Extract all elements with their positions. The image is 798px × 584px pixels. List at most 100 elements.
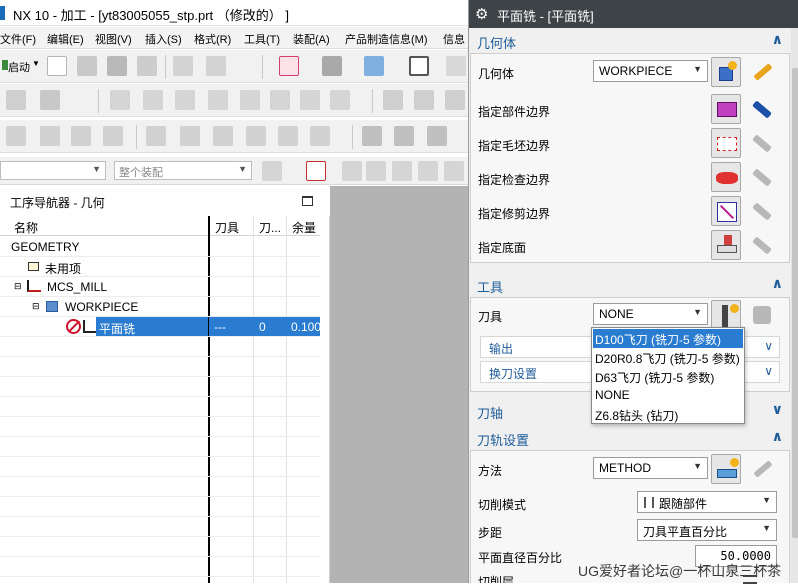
cam-icon[interactable] bbox=[208, 90, 228, 110]
cam-icon[interactable] bbox=[300, 90, 320, 110]
edit-wrench-icon[interactable] bbox=[747, 57, 777, 87]
new-geometry-icon[interactable] bbox=[711, 57, 741, 87]
snap-icon[interactable] bbox=[366, 161, 386, 181]
dialog-scrollbar[interactable] bbox=[791, 28, 798, 583]
menu-info[interactable]: 信息 bbox=[443, 31, 465, 47]
tree-row-geometry[interactable]: GEOMETRY bbox=[0, 237, 320, 257]
menu-format[interactable]: 格式(R) bbox=[194, 31, 231, 47]
column-tool[interactable]: 刀具 bbox=[215, 219, 239, 236]
snap-icon[interactable] bbox=[392, 161, 412, 181]
cam-icon[interactable] bbox=[383, 90, 403, 110]
geometry-dropdown[interactable]: WORKPIECE ▼ bbox=[593, 60, 708, 82]
save-icon[interactable] bbox=[107, 56, 127, 76]
cam-icon[interactable] bbox=[40, 90, 60, 110]
cam-icon[interactable] bbox=[103, 126, 123, 146]
cut-pattern-dropdown[interactable]: 跟随部件 ▼ bbox=[637, 491, 777, 513]
geometry-section-header[interactable]: 几何体 ∧ bbox=[469, 29, 791, 53]
maximize-icon[interactable] bbox=[302, 196, 313, 206]
column-stock[interactable]: 余量 bbox=[292, 219, 316, 236]
tool-dropdown[interactable]: NONE ▼ bbox=[593, 303, 708, 325]
cam-icon[interactable] bbox=[213, 126, 233, 146]
copy-icon[interactable] bbox=[206, 56, 226, 76]
flashlight-icon[interactable] bbox=[747, 230, 777, 260]
new-method-icon[interactable] bbox=[711, 454, 741, 484]
collapse-icon[interactable]: ⊟ bbox=[14, 281, 22, 292]
render-style-icon[interactable] bbox=[322, 56, 342, 76]
print-icon[interactable] bbox=[137, 56, 157, 76]
tool-option-d20r08[interactable]: D20R0.8飞刀 (铣刀-5 参数) bbox=[593, 348, 743, 367]
flashlight-icon[interactable] bbox=[747, 196, 777, 226]
tree-row-planar-mill[interactable]: 平面铣 --- 0 0.100 bbox=[0, 317, 321, 337]
snap-icon[interactable] bbox=[262, 161, 282, 181]
blank-boundary-icon[interactable] bbox=[711, 128, 741, 158]
cam-icon[interactable] bbox=[362, 126, 382, 146]
menu-view[interactable]: 视图(V) bbox=[95, 31, 132, 47]
column-tool-number[interactable]: 刀... bbox=[259, 219, 281, 236]
flashlight-icon[interactable] bbox=[747, 94, 777, 124]
start-button[interactable]: 启动 ▼ bbox=[2, 56, 42, 76]
collapse-icon[interactable]: ⊟ bbox=[32, 301, 40, 312]
cam-icon[interactable] bbox=[143, 90, 163, 110]
cam-icon[interactable] bbox=[6, 90, 26, 110]
method-dropdown[interactable]: METHOD ▼ bbox=[593, 457, 708, 479]
background-icon[interactable] bbox=[409, 56, 429, 76]
menu-tools[interactable]: 工具(T) bbox=[244, 31, 280, 47]
cam-icon[interactable] bbox=[180, 126, 200, 146]
trim-boundary-icon[interactable] bbox=[711, 196, 741, 226]
cam-icon[interactable] bbox=[110, 90, 130, 110]
flashlight-icon[interactable] bbox=[747, 162, 777, 192]
tree-row-workpiece[interactable]: ⊟ WORKPIECE bbox=[0, 297, 320, 317]
cam-icon[interactable] bbox=[6, 126, 26, 146]
snap-icon[interactable] bbox=[418, 161, 438, 181]
tool-option-d100[interactable]: D100飞刀 (铣刀-5 参数) bbox=[593, 329, 743, 348]
check-boundary-icon[interactable] bbox=[711, 162, 741, 192]
menu-pmi[interactable]: 产品制造信息(M) bbox=[345, 31, 428, 47]
cam-icon[interactable] bbox=[270, 90, 290, 110]
cam-icon[interactable] bbox=[175, 90, 195, 110]
new-tool-icon[interactable] bbox=[711, 300, 741, 330]
cam-icon[interactable] bbox=[414, 90, 434, 110]
new-file-icon[interactable] bbox=[47, 56, 67, 76]
fit-view-icon[interactable] bbox=[279, 56, 299, 76]
shaded-view-icon[interactable] bbox=[364, 56, 384, 76]
open-file-icon[interactable] bbox=[77, 56, 97, 76]
tool-option-none[interactable]: NONE bbox=[593, 386, 743, 405]
cut-icon[interactable] bbox=[173, 56, 193, 76]
cam-icon[interactable] bbox=[330, 90, 350, 110]
scrollbar-thumb[interactable] bbox=[792, 68, 798, 538]
edit-tool-icon[interactable] bbox=[747, 300, 777, 330]
cam-icon[interactable] bbox=[240, 90, 260, 110]
cam-icon[interactable] bbox=[427, 126, 447, 146]
column-name[interactable]: 名称 bbox=[14, 219, 38, 236]
cam-icon[interactable] bbox=[278, 126, 298, 146]
part-boundary-icon[interactable] bbox=[711, 94, 741, 124]
tree-row-unused[interactable]: 未用项 bbox=[0, 257, 320, 277]
menu-edit[interactable]: 编辑(E) bbox=[47, 31, 84, 47]
cam-icon[interactable] bbox=[445, 90, 465, 110]
floor-plane-icon[interactable] bbox=[711, 230, 741, 260]
path-settings-section-header[interactable]: 刀轨设置 ∧ bbox=[469, 426, 791, 450]
cam-icon[interactable] bbox=[310, 126, 330, 146]
cam-icon[interactable] bbox=[146, 126, 166, 146]
graphics-area[interactable] bbox=[330, 186, 468, 583]
menu-assembly[interactable]: 装配(A) bbox=[293, 31, 330, 47]
cam-icon[interactable] bbox=[394, 126, 414, 146]
menu-insert[interactable]: 插入(S) bbox=[145, 31, 182, 47]
tool-option-z68-drill[interactable]: Z6.8钻头 (钻刀) bbox=[593, 405, 743, 424]
tree-row-mcs[interactable]: ⊟ MCS_MILL bbox=[0, 277, 320, 297]
tool-section-header[interactable]: 工具 ∧ bbox=[469, 273, 791, 297]
edit-method-icon[interactable] bbox=[747, 454, 777, 484]
cam-icon[interactable] bbox=[246, 126, 266, 146]
type-filter-combo[interactable]: ▼ bbox=[0, 161, 106, 180]
flashlight-icon[interactable] bbox=[747, 128, 777, 158]
more-icon[interactable] bbox=[446, 56, 466, 76]
tool-option-d63[interactable]: D63飞刀 (铣刀-5 参数) bbox=[593, 367, 743, 386]
snap-icon[interactable] bbox=[342, 161, 362, 181]
menu-file[interactable]: 文件(F) bbox=[0, 31, 36, 47]
select-icon[interactable] bbox=[306, 161, 326, 181]
stepover-dropdown[interactable]: 刀具平直百分比 ▼ bbox=[637, 519, 777, 541]
snap-icon[interactable] bbox=[444, 161, 464, 181]
assembly-scope-combo[interactable]: 整个装配 ▼ bbox=[114, 161, 252, 180]
cam-icon[interactable] bbox=[40, 126, 60, 146]
cam-icon[interactable] bbox=[71, 126, 91, 146]
